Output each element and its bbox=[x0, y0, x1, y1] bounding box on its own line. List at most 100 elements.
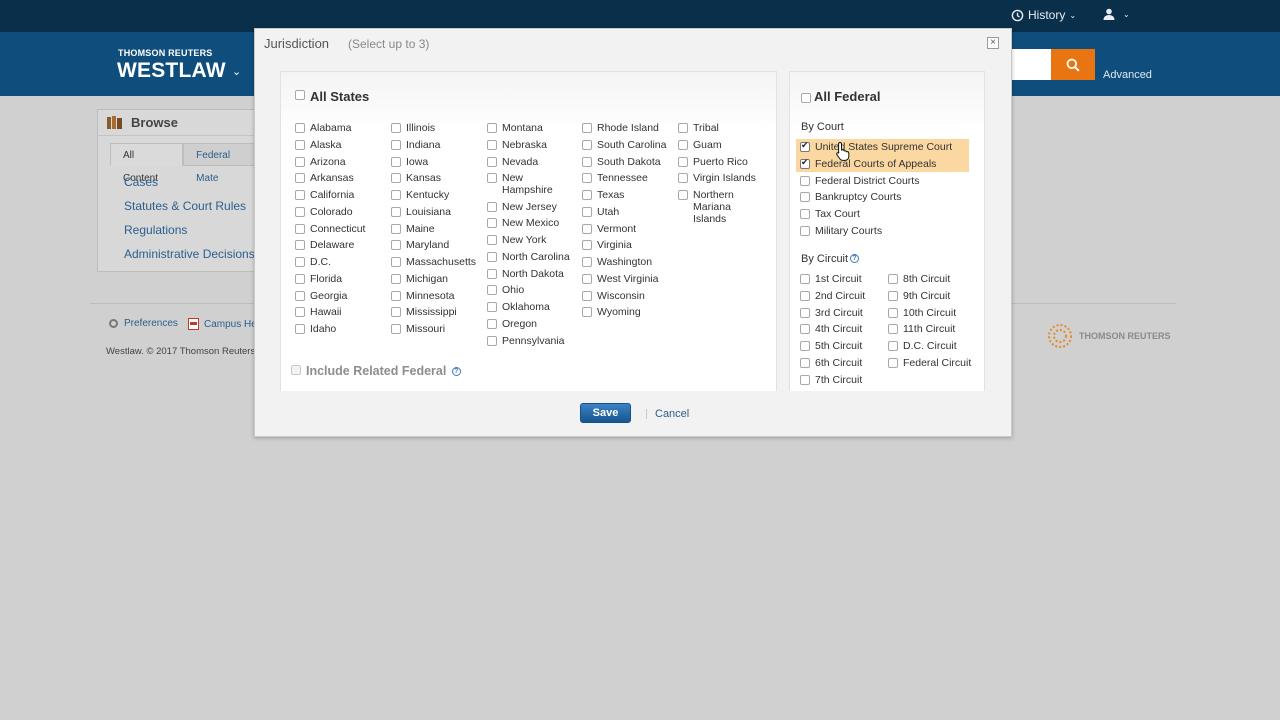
state-checkbox-washington[interactable] bbox=[582, 257, 592, 267]
state-checkbox-kentucky[interactable] bbox=[391, 190, 401, 200]
state-checkbox-idaho[interactable] bbox=[295, 324, 305, 334]
state-label-tennessee[interactable]: Tennessee bbox=[597, 172, 648, 184]
state-checkbox-north-carolina[interactable] bbox=[487, 251, 497, 262]
state-label-virgin-islands[interactable]: Virgin Islands bbox=[693, 172, 756, 184]
state-label-maryland[interactable]: Maryland bbox=[406, 239, 449, 251]
state-checkbox-ohio[interactable] bbox=[487, 285, 497, 296]
state-checkbox-d-c-[interactable] bbox=[295, 257, 305, 267]
state-label-massachusetts[interactable]: Massachusetts bbox=[406, 256, 476, 268]
court-label-tax-court[interactable]: Tax Court bbox=[815, 208, 860, 220]
state-checkbox-tennessee[interactable] bbox=[582, 173, 592, 184]
state-checkbox-virginia[interactable] bbox=[582, 240, 592, 251]
state-label-vermont[interactable]: Vermont bbox=[597, 223, 636, 235]
circuit-label-9th-circuit[interactable]: 9th Circuit bbox=[903, 290, 950, 302]
state-label-new-mexico[interactable]: New Mexico bbox=[502, 217, 559, 229]
state-checkbox-arizona[interactable] bbox=[295, 156, 305, 167]
state-label-missouri[interactable]: Missouri bbox=[406, 323, 445, 335]
browse-link-statutes[interactable]: Statutes & Court Rules bbox=[124, 199, 246, 213]
state-checkbox-louisiana[interactable] bbox=[391, 206, 401, 217]
state-checkbox-virgin-islands[interactable] bbox=[678, 173, 688, 184]
state-label-nebraska[interactable]: Nebraska bbox=[502, 139, 547, 151]
state-label-iowa[interactable]: Iowa bbox=[406, 156, 428, 168]
state-label-montana[interactable]: Montana bbox=[502, 122, 543, 134]
state-checkbox-west-virginia[interactable] bbox=[582, 273, 592, 284]
state-label-hawaii[interactable]: Hawaii bbox=[310, 306, 342, 318]
state-label-south-carolina[interactable]: South Carolina bbox=[597, 139, 666, 151]
save-button[interactable]: Save bbox=[580, 403, 631, 423]
state-label-michigan[interactable]: Michigan bbox=[406, 273, 448, 285]
state-label-d-c-[interactable]: D.C. bbox=[310, 256, 331, 268]
search-button[interactable] bbox=[1051, 49, 1095, 80]
state-label-minnesota[interactable]: Minnesota bbox=[406, 290, 454, 302]
state-label-kentucky[interactable]: Kentucky bbox=[406, 189, 449, 201]
state-label-idaho[interactable]: Idaho bbox=[310, 323, 336, 335]
include-related-federal-checkbox[interactable] bbox=[291, 365, 301, 375]
circuit-checkbox-7th-circuit[interactable] bbox=[800, 374, 810, 385]
browse-link-cases[interactable]: Cases bbox=[124, 175, 158, 189]
circuit-checkbox-federal-circuit[interactable] bbox=[888, 357, 898, 368]
circuit-label-2nd-circuit[interactable]: 2nd Circuit bbox=[815, 290, 865, 302]
state-checkbox-montana[interactable] bbox=[487, 123, 497, 133]
state-label-alaska[interactable]: Alaska bbox=[310, 139, 342, 151]
browse-link-regulations[interactable]: Regulations bbox=[124, 223, 187, 237]
state-label-wyoming[interactable]: Wyoming bbox=[597, 306, 641, 318]
state-checkbox-alabama[interactable] bbox=[295, 123, 305, 133]
circuit-label-3rd-circuit[interactable]: 3rd Circuit bbox=[815, 307, 863, 319]
state-checkbox-georgia[interactable] bbox=[295, 290, 305, 301]
state-label-illinois[interactable]: Illinois bbox=[406, 122, 435, 134]
circuit-label-8th-circuit[interactable]: 8th Circuit bbox=[903, 273, 950, 285]
state-label-puerto-rico[interactable]: Puerto Rico bbox=[693, 156, 748, 168]
state-label-virginia[interactable]: Virginia bbox=[597, 239, 632, 251]
state-checkbox-connecticut[interactable] bbox=[295, 223, 305, 234]
state-label-mississippi[interactable]: Mississippi bbox=[406, 306, 457, 318]
state-checkbox-iowa[interactable] bbox=[391, 156, 401, 167]
state-label-oregon[interactable]: Oregon bbox=[502, 318, 537, 330]
all-states-checkbox[interactable] bbox=[295, 90, 305, 100]
state-checkbox-oklahoma[interactable] bbox=[487, 302, 497, 312]
state-label-west-virginia[interactable]: West Virginia bbox=[597, 273, 658, 285]
state-checkbox-texas[interactable] bbox=[582, 190, 592, 200]
cancel-button[interactable]: Cancel bbox=[655, 408, 689, 420]
state-checkbox-wisconsin[interactable] bbox=[582, 290, 592, 301]
state-checkbox-illinois[interactable] bbox=[391, 123, 401, 133]
state-label-louisiana[interactable]: Louisiana bbox=[406, 206, 451, 218]
state-label-alabama[interactable]: Alabama bbox=[310, 122, 351, 134]
state-checkbox-puerto-rico[interactable] bbox=[678, 156, 688, 167]
state-label-pennsylvania[interactable]: Pennsylvania bbox=[502, 335, 564, 347]
circuit-checkbox-3rd-circuit[interactable] bbox=[800, 307, 810, 318]
circuit-checkbox-9th-circuit[interactable] bbox=[888, 290, 898, 301]
help-icon[interactable]: ? bbox=[850, 254, 860, 263]
circuit-checkbox-d-c-circuit[interactable] bbox=[888, 341, 898, 351]
state-checkbox-alaska[interactable] bbox=[295, 139, 305, 150]
state-label-north-dakota[interactable]: North Dakota bbox=[502, 268, 564, 280]
state-label-north-carolina[interactable]: North Carolina bbox=[502, 251, 570, 263]
state-checkbox-maryland[interactable] bbox=[391, 240, 401, 251]
court-label-federal-district-courts[interactable]: Federal District Courts bbox=[815, 175, 919, 187]
brand-logo[interactable]: WESTLAW bbox=[117, 59, 226, 83]
state-label-texas[interactable]: Texas bbox=[597, 189, 624, 201]
state-label-arkansas[interactable]: Arkansas bbox=[310, 172, 354, 184]
circuit-label-4th-circuit[interactable]: 4th Circuit bbox=[815, 323, 862, 335]
state-checkbox-vermont[interactable] bbox=[582, 223, 592, 234]
circuit-label-7th-circuit[interactable]: 7th Circuit bbox=[815, 374, 862, 386]
state-checkbox-colorado[interactable] bbox=[295, 206, 305, 217]
state-checkbox-pennsylvania[interactable] bbox=[487, 335, 497, 346]
state-checkbox-new-jersey[interactable] bbox=[487, 201, 497, 212]
state-label-new-york[interactable]: New York bbox=[502, 234, 546, 246]
court-checkbox-federal-courts-of-appeals[interactable] bbox=[800, 157, 810, 169]
state-checkbox-michigan[interactable] bbox=[391, 273, 401, 284]
state-label-delaware[interactable]: Delaware bbox=[310, 239, 354, 251]
circuit-checkbox-2nd-circuit[interactable] bbox=[800, 290, 810, 301]
circuit-label-1st-circuit[interactable]: 1st Circuit bbox=[815, 273, 862, 285]
state-checkbox-massachusetts[interactable] bbox=[391, 257, 401, 267]
court-checkbox-united-states-supreme-court[interactable] bbox=[800, 140, 810, 152]
state-checkbox-missouri[interactable] bbox=[391, 324, 401, 334]
state-checkbox-new-hampshire[interactable] bbox=[487, 173, 497, 184]
all-federal-checkbox[interactable] bbox=[801, 93, 811, 103]
circuit-checkbox-1st-circuit[interactable] bbox=[800, 274, 810, 284]
state-checkbox-tribal[interactable] bbox=[678, 123, 688, 133]
state-checkbox-north-dakota[interactable] bbox=[487, 268, 497, 279]
circuit-checkbox-10th-circuit[interactable] bbox=[888, 307, 898, 318]
state-checkbox-delaware[interactable] bbox=[295, 240, 305, 251]
circuit-label-6th-circuit[interactable]: 6th Circuit bbox=[815, 357, 862, 369]
